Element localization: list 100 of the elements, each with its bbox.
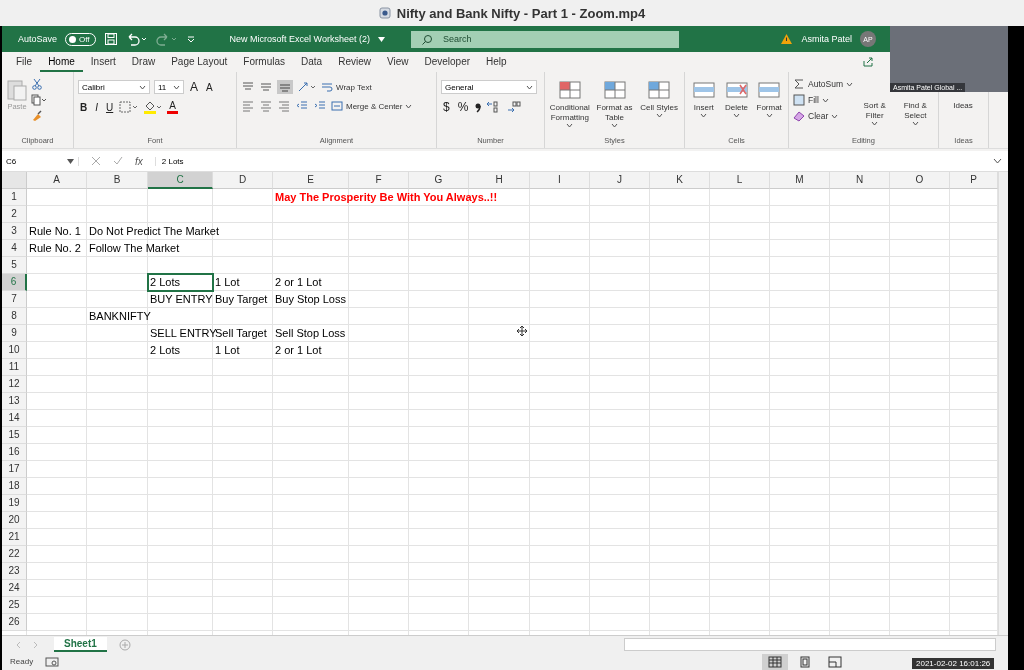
row-header[interactable]: 8 (2, 308, 27, 325)
row-header[interactable]: 19 (2, 495, 27, 512)
cell-text[interactable]: Buy Stop Loss (273, 291, 348, 308)
cell-text[interactable]: 2 or 1 Lot (273, 274, 324, 291)
cell-text[interactable]: 2 or 1 Lot (273, 342, 324, 359)
column-header[interactable]: D (213, 172, 273, 189)
ribbon-tab[interactable]: Page Layout (163, 52, 236, 72)
cell-text[interactable]: Rule No. 1 (27, 223, 83, 240)
search-field[interactable]: Search (410, 30, 679, 48)
font-name-field[interactable]: Calibri (78, 80, 150, 94)
borders-icon[interactable] (119, 101, 140, 113)
row-header[interactable]: 22 (2, 546, 27, 563)
column-header[interactable]: I (530, 172, 590, 189)
row-header[interactable]: 16 (2, 444, 27, 461)
underline-button[interactable]: U (104, 101, 116, 113)
align-left-icon[interactable] (241, 100, 255, 112)
fill-color-icon[interactable] (143, 100, 164, 114)
horizontal-scrollbar[interactable] (624, 638, 996, 651)
insert-function-button[interactable]: fx (135, 155, 143, 167)
row-header[interactable]: 1 (2, 189, 27, 206)
align-right-icon[interactable] (277, 100, 291, 112)
column-header[interactable]: E (273, 172, 349, 189)
row-header[interactable]: 14 (2, 410, 27, 427)
styles-button[interactable]: Conditional Formatting (549, 74, 591, 128)
ribbon-tab[interactable]: Review (330, 52, 379, 72)
column-header[interactable]: J (590, 172, 650, 189)
sheet-tab[interactable]: Sheet1 (54, 637, 107, 652)
cell-text[interactable]: BANKNIFTY (87, 308, 153, 325)
ribbon-tab[interactable]: Data (293, 52, 331, 72)
row-header[interactable]: 17 (2, 461, 27, 478)
row-header[interactable]: 10 (2, 342, 27, 359)
row-header[interactable]: 15 (2, 427, 27, 444)
row-header[interactable]: 5 (2, 257, 27, 274)
cell-text[interactable]: 1 Lot (213, 342, 242, 359)
view-button[interactable] (762, 653, 788, 670)
cell-text[interactable]: May The Prosperity Be With You Always..!! (273, 189, 500, 206)
align-center-icon[interactable] (259, 100, 273, 112)
add-sheet-icon[interactable] (118, 638, 131, 651)
cancel-icon[interactable] (91, 156, 101, 166)
cell-text[interactable]: Buy Target (213, 291, 270, 308)
decrease-font-button[interactable]: A (204, 81, 215, 93)
formula-input[interactable]: 2 Lots (154, 156, 981, 166)
row-header[interactable]: 13 (2, 393, 27, 410)
row-header[interactable]: 9 (2, 325, 27, 342)
align-bottom-icon[interactable] (277, 80, 293, 94)
comma-style-icon[interactable] (474, 101, 483, 113)
caret-icon[interactable] (377, 36, 385, 42)
editing-button[interactable]: AutoSum (793, 78, 853, 90)
column-header[interactable]: G (409, 172, 469, 189)
brush-icon[interactable] (31, 110, 43, 122)
row-header[interactable]: 23 (2, 563, 27, 580)
column-header[interactable]: C (148, 172, 213, 189)
vertical-scrollbar[interactable] (998, 172, 1008, 635)
row-header[interactable]: 20 (2, 512, 27, 529)
editing-button[interactable]: Sort & Filter (855, 98, 894, 126)
row-header[interactable]: 3 (2, 223, 27, 240)
percent-button[interactable]: % (455, 100, 471, 114)
cell-text[interactable]: BUY ENTRY (148, 291, 215, 308)
row-header[interactable]: 12 (2, 376, 27, 393)
column-header[interactable]: B (87, 172, 148, 189)
styles-button[interactable]: Cell Styles (638, 74, 680, 118)
decrease-indent-icon[interactable] (295, 100, 309, 112)
column-header[interactable]: N (830, 172, 890, 189)
cell-text[interactable]: Sell Stop Loss (273, 325, 348, 342)
row-header[interactable]: 2 (2, 206, 27, 223)
ribbon-tab[interactable]: Help (478, 52, 515, 72)
column-header[interactable]: M (770, 172, 830, 189)
ribbon-tab[interactable]: Formulas (235, 52, 294, 72)
increase-indent-icon[interactable] (313, 100, 327, 112)
increase-font-button[interactable]: A (188, 80, 200, 94)
merge-center-button[interactable]: Merge & Center (331, 100, 413, 112)
share-icon[interactable] (862, 56, 874, 68)
customize-caret-icon[interactable] (185, 34, 196, 44)
column-header[interactable]: K (650, 172, 710, 189)
cells-button[interactable]: Format (754, 74, 784, 118)
cells-button[interactable]: Insert (689, 74, 719, 118)
row-header[interactable]: 6 (2, 274, 27, 291)
name-box[interactable]: C6 (2, 156, 79, 166)
column-header[interactable]: O (890, 172, 950, 189)
column-header[interactable]: A (27, 172, 87, 189)
file-title[interactable]: New Microsoft Excel Worksheet (2) (229, 34, 370, 44)
save-icon[interactable] (103, 32, 118, 46)
orientation-icon[interactable] (297, 81, 317, 93)
row-header[interactable]: 4 (2, 240, 27, 257)
ribbon-tab[interactable]: View (378, 52, 417, 72)
editing-button[interactable]: Fill (793, 94, 853, 106)
ideas-button[interactable]: Ideas (943, 98, 983, 111)
cell-text[interactable]: Follow The Market (87, 240, 182, 257)
number-format-field[interactable]: General (441, 80, 537, 94)
check-icon[interactable] (113, 156, 123, 166)
row-header[interactable]: 18 (2, 478, 27, 495)
currency-button[interactable]: $ (441, 100, 452, 114)
decrease-decimal-icon[interactable] (506, 100, 523, 114)
row-header[interactable]: 26 (2, 614, 27, 631)
align-top-icon[interactable] (241, 81, 255, 93)
cut-icon[interactable] (31, 78, 43, 90)
align-middle-icon[interactable] (259, 81, 273, 93)
row-header[interactable]: 7 (2, 291, 27, 308)
row-header[interactable]: 21 (2, 529, 27, 546)
font-size-field[interactable]: 11 (154, 80, 184, 94)
